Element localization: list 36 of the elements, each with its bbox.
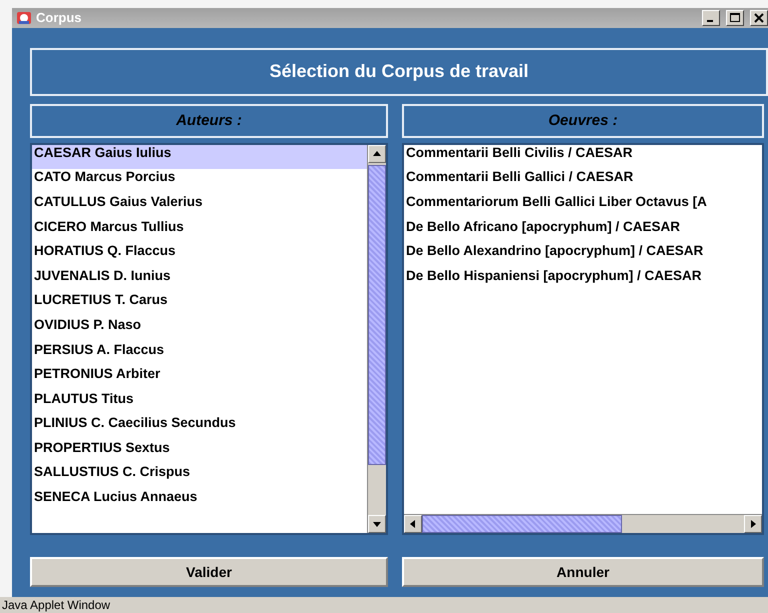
list-item[interactable]: Commentariorum Belli Gallici Liber Octavus [A <box>404 194 762 219</box>
list-item[interactable]: CICERO Marcus Tullius <box>32 218 367 244</box>
list-item[interactable]: PERSIUS A. Flaccus <box>32 342 367 366</box>
list-item[interactable]: PETRONIUS Arbiter <box>32 366 367 391</box>
list-item[interactable]: De Bello Alexandrino [apocryphum] / CAESAR <box>404 243 762 268</box>
list-item[interactable]: LUCRETIUS T. Carus <box>32 292 367 317</box>
list-item[interactable]: CATULLUS Gaius Valerius <box>32 194 367 219</box>
panel-header: Auteurs : <box>30 104 388 138</box>
validate-button[interactable]: Valider <box>30 556 388 587</box>
list-item[interactable]: PROPERTIUS Sextus <box>32 440 367 464</box>
list-item[interactable]: CAESAR Gaius Iulius <box>32 144 367 170</box>
list-item[interactable]: Commentarii Belli Gallici / CAESAR <box>404 169 762 194</box>
scroll-thumb[interactable] <box>422 514 622 533</box>
list-item[interactable]: JUVENALIS D. Iunius <box>32 268 367 292</box>
app-icon <box>16 10 32 26</box>
status-bar: Java Applet Window <box>0 596 768 613</box>
list-item[interactable]: PLINIUS C. Caecilius Secundus <box>32 415 367 440</box>
panel-header: Oeuvres : <box>402 104 764 138</box>
list-item[interactable]: CATO Marcus Porcius <box>32 169 367 194</box>
close-icon[interactable] <box>750 10 768 26</box>
horizontal-scrollbar[interactable] <box>404 514 762 533</box>
vertical-scrollbar[interactable] <box>367 144 386 533</box>
list-item[interactable]: De Bello Hispaniensi [apocryphum] / CAESAR <box>404 268 762 292</box>
list-item[interactable]: SALLUSTIUS C. Crispus <box>32 464 367 490</box>
minimize-icon[interactable] <box>702 10 720 26</box>
window-title: Corpus <box>36 10 82 26</box>
list-item[interactable]: OVIDIUS P. Naso <box>32 316 367 342</box>
maximize-icon[interactable] <box>726 10 744 26</box>
list-item[interactable]: De Bello Africano [apocryphum] / CAESAR <box>404 218 762 244</box>
list-item[interactable]: PLAUTUS Titus <box>32 390 367 416</box>
list-item[interactable]: HORATIUS Q. Flaccus <box>32 243 367 268</box>
cancel-button[interactable]: Annuler <box>402 556 764 587</box>
list-item[interactable]: Commentarii Belli Civilis / CAESAR <box>404 144 762 170</box>
list-item[interactable]: SENECA Lucius Annaeus <box>32 489 367 514</box>
scroll-thumb[interactable] <box>368 164 386 465</box>
dialog-heading: Sélection du Corpus de travail <box>30 48 768 96</box>
